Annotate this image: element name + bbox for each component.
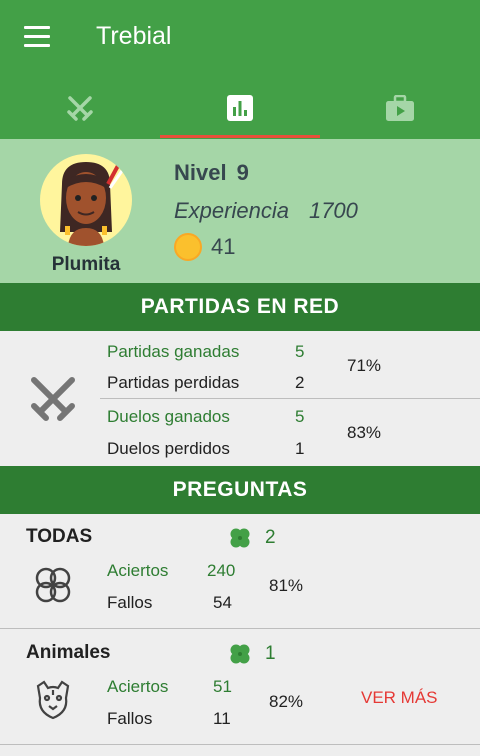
briefcase-icon	[386, 95, 414, 121]
fails-label: Fallos	[107, 593, 153, 612]
experience-row: Experiencia 1700	[174, 198, 358, 224]
hits-value: 240	[207, 561, 236, 580]
coin-icon	[174, 233, 202, 261]
category-name: TODAS	[26, 526, 93, 547]
hits-value: 51	[213, 677, 232, 696]
fails-label: Fallos	[107, 709, 153, 728]
games-percentage: 71%	[347, 356, 382, 375]
level-label: Nivel	[174, 160, 227, 185]
tab-shop[interactable]	[320, 80, 480, 136]
category-name: Animales	[26, 642, 111, 663]
games-lost-label: Partidas perdidas	[107, 373, 240, 392]
divider	[0, 628, 480, 629]
experience-value: 1700	[308, 198, 358, 223]
duels-percentage: 83%	[347, 423, 382, 442]
level-row: Nivel 9	[174, 160, 249, 186]
tab-battle[interactable]	[0, 80, 160, 136]
questions-header: PREGUNTAS	[0, 466, 480, 514]
games-lost-value: 2	[295, 373, 305, 392]
tiger-icon	[36, 680, 70, 720]
bar-chart-icon	[227, 95, 253, 121]
avatar[interactable]	[40, 154, 132, 246]
player-name: Plumita	[51, 254, 121, 275]
see-more-link[interactable]: VER MÁS	[361, 688, 438, 708]
fails-value: 11	[213, 709, 231, 728]
swords-icon	[31, 377, 75, 421]
clover-count: 2	[265, 527, 276, 548]
hits-label: Aciertos	[107, 561, 169, 580]
games-won-label: Partidas ganadas	[107, 342, 240, 361]
tab-stats[interactable]	[160, 80, 320, 136]
divider	[100, 398, 480, 399]
duels-lost-label: Duelos perdidos	[107, 439, 230, 458]
clover-icon	[230, 644, 250, 664]
experience-label: Experiencia	[174, 198, 289, 223]
swords-icon	[67, 96, 93, 121]
clover-category-icon	[35, 567, 71, 603]
games-won-value: 5	[295, 342, 305, 361]
duels-lost-value: 1	[295, 439, 305, 458]
divider	[0, 744, 480, 745]
coin-count: 41	[211, 234, 236, 259]
clover-count: 1	[265, 643, 276, 664]
app-bar: Trebial	[0, 0, 480, 139]
menu-icon[interactable]	[24, 26, 50, 48]
duels-won-label: Duelos ganados	[107, 407, 230, 426]
category-percentage: 82%	[269, 692, 304, 711]
clover-icon	[230, 528, 250, 548]
level-value: 9	[236, 160, 249, 185]
hits-label: Aciertos	[107, 677, 169, 696]
duels-won-value: 5	[295, 407, 305, 426]
tab-indicator	[160, 135, 320, 138]
fails-value: 54	[213, 593, 232, 612]
network-header: PARTIDAS EN RED	[0, 283, 480, 331]
avatar-image	[60, 161, 126, 246]
category-all[interactable]: TODAS 2 Aciertos 240 Fallos 54 81%	[0, 514, 480, 628]
app-title: Trebial	[96, 22, 172, 50]
category-animals[interactable]: Animales 1 Aciertos 51 Fallos 11 82%	[0, 630, 480, 744]
network-panel: Partidas ganadas 5 Partidas perdidas 2 7…	[0, 331, 480, 465]
category-percentage: 81%	[269, 576, 304, 595]
